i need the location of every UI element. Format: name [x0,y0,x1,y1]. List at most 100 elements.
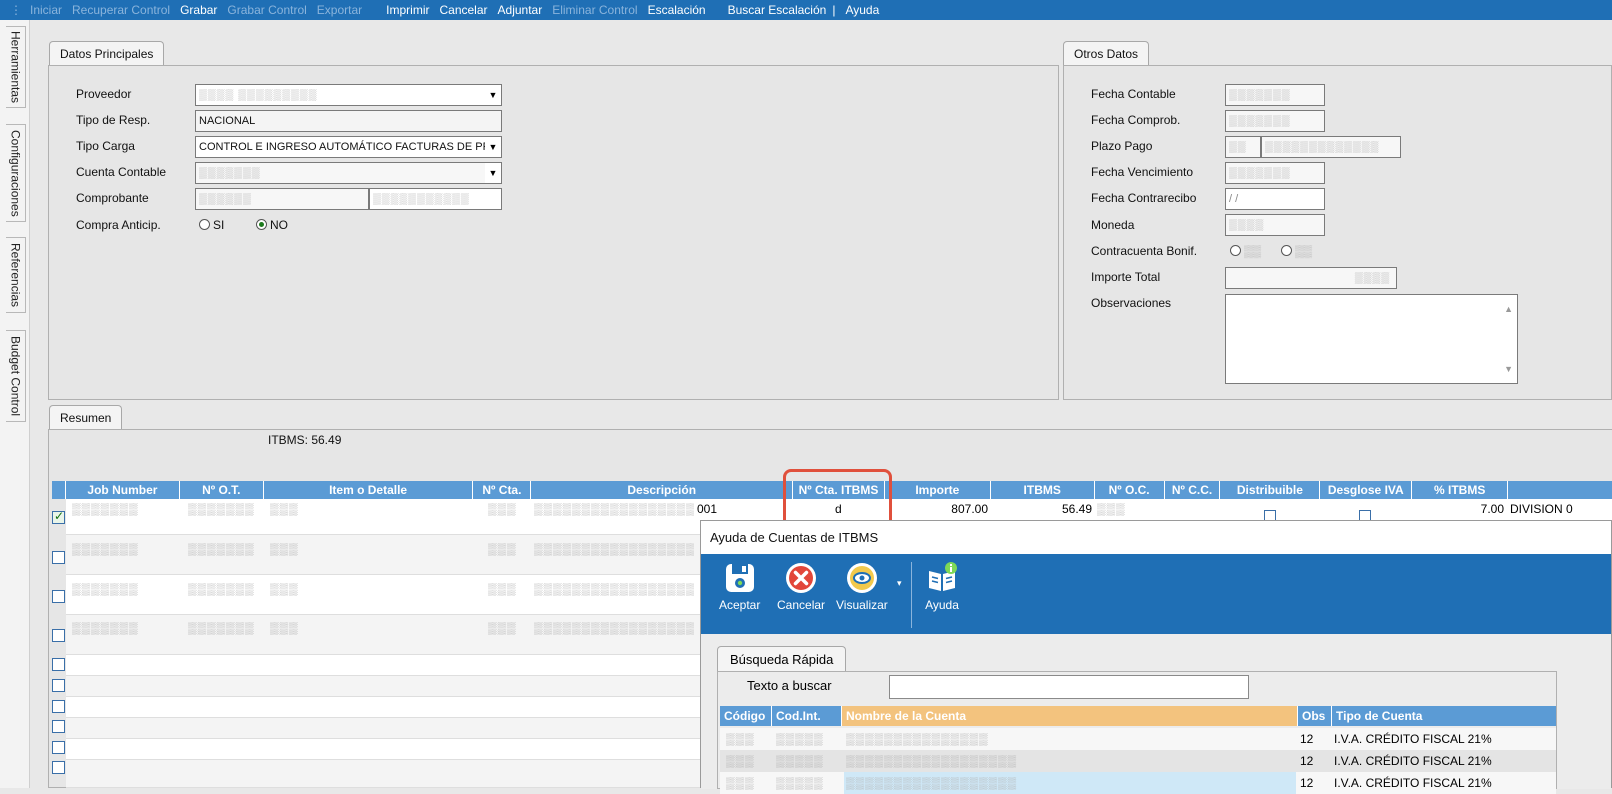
row-checkbox[interactable] [52,700,65,713]
chevron-down-icon[interactable]: ▼ [485,85,501,105]
tab-datos-principales[interactable]: Datos Principales [49,41,165,65]
radio-contracuenta-si[interactable] [1230,245,1241,256]
plazo-pago-code-field[interactable]: ▒▒ [1225,136,1261,158]
side-tab-budget-control[interactable]: Budget Control [6,330,26,422]
compra-anticip-no-option[interactable]: NO [256,218,288,232]
radio-contracuenta-no[interactable] [1281,245,1293,256]
menu-iniciar[interactable]: Iniciar [30,3,62,17]
side-tab-referencias[interactable]: Referencias [6,237,26,313]
column-header-tipo-cuenta[interactable]: Tipo de Cuenta [1332,706,1556,726]
cell-descripcion: ▒▒▒▒▒▒▒▒▒▒▒▒▒▒▒▒▒ [534,502,694,516]
side-tab-configuraciones[interactable]: Configuraciones [6,124,26,222]
column-header-nombre-cuenta[interactable]: Nombre de la Cuenta [842,706,1298,726]
importe-total-value: ▒▒▒▒ [1354,272,1390,284]
fecha-contable-label: Fecha Contable [1091,87,1176,101]
compra-anticip-si-option[interactable]: SI [199,218,224,232]
ayuda-button[interactable]: Ayuda [925,554,959,634]
fecha-vencimiento-field[interactable]: ▒▒▒▒▒▒▒ [1225,162,1325,184]
comprobante-number-field[interactable]: ▒▒▒▒▒▒▒▒▒▒▒ [369,188,502,210]
menu-exportar[interactable]: Exportar [317,3,362,17]
cell-descripcion: ▒▒▒▒▒▒▒▒▒▒▒▒▒▒▒▒▒ [534,582,694,596]
row-checkbox[interactable] [52,629,65,642]
moneda-value: ▒▒▒▒ [1229,219,1265,231]
importe-total-field[interactable]: ▒▒▒▒ [1225,267,1397,289]
column-header-obs[interactable]: Obs [1298,706,1332,726]
row-checkbox[interactable] [52,658,65,671]
cuenta-contable-select[interactable]: ▒▒▒▒▒▒▒ ▼ [195,162,502,184]
row-checkbox[interactable] [52,590,65,603]
column-header-desglose-iva[interactable]: Desglose IVA [1320,481,1413,499]
column-header-cta[interactable]: Nº Cta. [473,481,532,499]
column-header-descripcion[interactable]: Descripción [531,481,794,499]
scroll-down-icon[interactable]: ▼ [1504,359,1513,379]
column-header-ot[interactable]: Nº O.T. [180,481,264,499]
list-item[interactable]: ▒▒▒ ▒▒▒▒▒ ▒▒▒▒▒▒▒▒▒▒▒▒▒▒▒▒▒▒ 12 I.V.A. C… [720,750,1556,772]
tipo-carga-value: CONTROL E INGRESO AUTOMÁTICO FACTURAS DE… [199,141,500,153]
row-checkbox[interactable] [52,551,65,564]
plazo-pago-code: ▒▒ [1229,141,1247,153]
chevron-down-icon[interactable]: ▼ [485,163,501,183]
list-item[interactable]: ▒▒▒ ▒▒▒▒▒ ▒▒▒▒▒▒▒▒▒▒▒▒▒▒▒▒▒▒ 12 I.V.A. C… [720,772,1556,794]
menu-grabar-control[interactable]: Grabar Control [227,3,306,17]
radio-si[interactable] [199,219,210,230]
row-checkbox[interactable] [52,679,65,692]
row-checkbox[interactable] [52,720,65,733]
tipo-carga-select[interactable]: CONTROL E INGRESO AUTOMÁTICO FACTURAS DE… [195,136,502,158]
plazo-pago-value: ▒▒▒▒▒▒▒▒▒▒▒▒▒ [1265,141,1380,153]
list-item[interactable]: ▒▒▒ ▒▒▒▒▒ ▒▒▒▒▒▒▒▒▒▒▒▒▒▒▒ 12 I.V.A. CRÉD… [720,728,1556,750]
cell-descripcion-suffix: 001 [697,502,718,516]
proveedor-select[interactable]: ▒▒▒▒ ▒▒▒▒▒▒▒▒▒ ▼ [195,84,502,106]
cell-job-number: ▒▒▒▒▒▒▒ [72,502,139,516]
cell-item: ▒▒▒ [270,542,299,556]
contracuenta-options[interactable]: ▒▒ ▒▒ [1230,244,1312,258]
search-input[interactable] [889,675,1249,699]
chevron-down-icon[interactable]: ▾ [897,578,902,589]
aceptar-button[interactable]: Aceptar [719,554,760,634]
menu-buscar-escalacion[interactable]: Buscar Escalación [728,3,827,17]
tab-busqueda-rapida[interactable]: Búsqueda Rápida [717,646,847,671]
menu-imprimir[interactable]: Imprimir [386,3,429,17]
menu-ayuda[interactable]: Ayuda [845,3,879,17]
menu-cancelar[interactable]: Cancelar [439,3,487,17]
tab-otros-datos[interactable]: Otros Datos [1063,41,1150,65]
comprobante-type-field[interactable]: ▒▒▒▒▒▒ [195,188,369,210]
fecha-contable-field[interactable]: ▒▒▒▒▒▒▒ [1225,84,1325,106]
column-header-pct-itbms[interactable]: % ITBMS [1412,481,1509,499]
column-header-importe[interactable]: Importe [885,481,991,499]
fecha-contrarecibo-value: / / [1229,193,1239,205]
side-tab-herramientas[interactable]: Herramientas [6,26,26,108]
tab-resumen[interactable]: Resumen [49,405,123,430]
menu-recuperar-control[interactable]: Recuperar Control [72,3,170,17]
visualizar-button[interactable]: Visualizar [836,554,888,634]
side-tab-label: Herramientas [8,30,23,104]
tipo-resp-field: NACIONAL [195,110,502,132]
column-header-itbms[interactable]: ITBMS [991,481,1095,499]
menu-escalacion[interactable]: Escalación [648,3,706,17]
menu-adjuntar[interactable]: Adjuntar [498,3,543,17]
column-header-extra[interactable] [1508,481,1612,499]
column-header-cod-int[interactable]: Cod.Int. [772,706,842,726]
observaciones-textarea[interactable]: ▲ ▼ [1225,294,1518,384]
column-header-codigo[interactable]: Código [720,706,772,726]
grip-icon: ⋮ [10,3,22,17]
column-header-item[interactable]: Item o Detalle [264,481,474,499]
column-header-job-number[interactable]: Job Number [66,481,180,499]
column-header-distribuible[interactable]: Distribuible [1220,481,1321,499]
radio-si-label: SI [213,218,225,232]
menu-eliminar-control[interactable]: Eliminar Control [552,3,637,17]
scroll-up-icon[interactable]: ▲ [1504,299,1513,319]
radio-no[interactable] [256,219,267,230]
plazo-pago-field[interactable]: ▒▒▒▒▒▒▒▒▒▒▒▒▒ [1261,136,1401,158]
fecha-contrarecibo-field[interactable]: / / [1225,188,1325,210]
moneda-field[interactable]: ▒▒▒▒ [1225,214,1325,236]
cancelar-button[interactable]: Cancelar [777,554,825,634]
row-checkbox[interactable] [52,761,65,774]
row-checkbox[interactable] [52,509,65,524]
chevron-down-icon[interactable]: ▼ [485,137,501,157]
column-header-oc[interactable]: Nº O.C. [1095,481,1165,499]
row-checkbox[interactable] [52,741,65,754]
fecha-comprob-field[interactable]: ▒▒▒▒▒▒▒ [1225,110,1325,132]
ayuda-cuentas-dialog: Ayuda de Cuentas de ITBMS Aceptar Cancel… [700,520,1612,794]
menu-grabar[interactable]: Grabar [180,3,217,17]
column-header-cc[interactable]: Nº C.C. [1165,481,1221,499]
